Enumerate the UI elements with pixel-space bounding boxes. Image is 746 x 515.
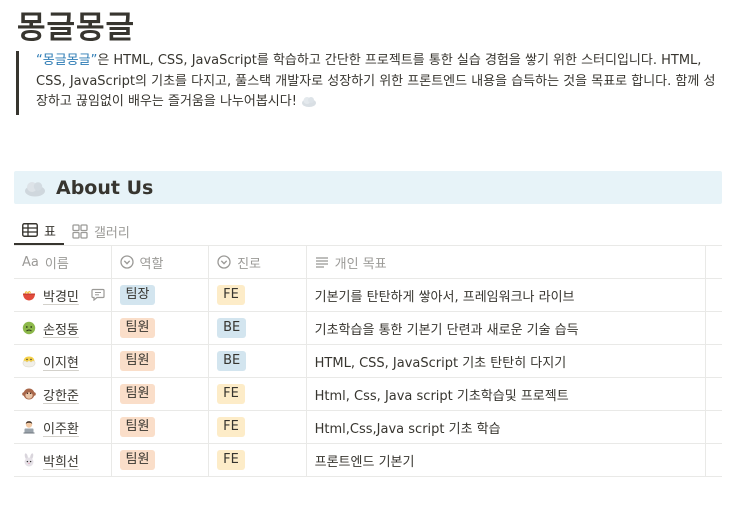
text-lines-icon — [315, 256, 329, 268]
goal-text: 프론트엔드 기본기 — [314, 454, 415, 470]
column-spacer — [706, 246, 722, 278]
page-title: 몽글몽글 — [17, 10, 136, 46]
table-row[interactable]: 강한준 팀원 FE Html, Css, Java script 기초학습및 프… — [14, 378, 722, 411]
table-row[interactable]: 박희선 팀원 FE 프론트엔드 기본기 — [14, 444, 722, 477]
role-cell[interactable]: 팀장 — [112, 279, 210, 311]
path-cell[interactable]: BE — [209, 345, 307, 377]
row-spacer — [706, 312, 722, 344]
view-tabs: 표 갤러리 — [14, 210, 722, 246]
role-cell[interactable]: 팀원 — [112, 345, 210, 377]
intro-quote: “몽글몽글”은 HTML, CSS, JavaScript를 학습하고 간단한 … — [16, 51, 716, 115]
select-icon — [217, 255, 231, 269]
column-header-path[interactable]: 진로 — [209, 246, 307, 278]
intro-highlight[interactable]: “몽글몽글” — [36, 53, 97, 68]
table-row[interactable]: 박경민 팀장 FE 기본기를 탄탄하게 쌓아서, 프레임워크나 라이브 — [14, 279, 722, 312]
goal-cell[interactable]: HTML, CSS, JavaScript 기초 탄탄히 다지기 — [307, 345, 706, 377]
comment-icon[interactable] — [90, 288, 105, 301]
table-icon — [22, 223, 38, 237]
path-tag: FE — [217, 384, 245, 404]
role-tag: 팀장 — [119, 285, 156, 305]
name-cell[interactable]: 박희선 — [14, 444, 112, 476]
tab-gallery-label: 갤러리 — [93, 225, 130, 241]
cloud-icon — [301, 94, 317, 116]
column-header-name[interactable]: Aa 이름 — [14, 246, 112, 278]
gallery-icon — [72, 223, 88, 239]
role-tag: 팀원 — [119, 417, 156, 437]
path-tag: BE — [217, 351, 247, 371]
goal-cell[interactable]: Html,Css,Java script 기초 학습 — [307, 411, 706, 443]
text-property-icon: Aa — [22, 254, 39, 270]
path-tag: FE — [217, 450, 245, 470]
select-icon — [119, 255, 134, 269]
name-cell[interactable]: 이지현 — [14, 345, 112, 377]
role-cell[interactable]: 팀원 — [112, 444, 210, 476]
goal-text: Html,Css,Java script 기초 학습 — [314, 421, 501, 437]
goal-cell[interactable]: 프론트엔드 기본기 — [307, 444, 706, 476]
row-spacer — [706, 378, 722, 410]
path-tag: BE — [217, 318, 247, 338]
table-header-row: Aa 이름 역할 진로 개인 목표 — [14, 246, 722, 279]
member-name: 박희선 — [43, 454, 79, 470]
path-cell[interactable]: BE — [209, 312, 307, 344]
column-header-goal[interactable]: 개인 목표 — [307, 246, 706, 278]
role-tag: 팀원 — [119, 318, 156, 338]
role-cell[interactable]: 팀원 — [112, 378, 210, 410]
goal-cell[interactable]: 기초학습을 통한 기본기 단련과 새로운 기술 습득 — [307, 312, 706, 344]
path-cell[interactable]: FE — [209, 279, 307, 311]
name-cell[interactable]: 박경민 — [14, 279, 112, 311]
chick-icon — [22, 354, 36, 368]
role-cell[interactable]: 팀원 — [112, 312, 210, 344]
members-table: Aa 이름 역할 진로 개인 목표 박경민 팀장 FE 기본기를 탄탄하게 쌓아… — [14, 246, 722, 477]
role-tag: 팀원 — [119, 450, 156, 470]
goal-text: Html, Css, Java script 기초학습및 프로젝트 — [314, 388, 569, 404]
path-cell[interactable]: FE — [209, 411, 307, 443]
name-cell[interactable]: 이주환 — [14, 411, 112, 443]
tab-table[interactable]: 표 — [14, 210, 64, 245]
column-header-label: 역할 — [139, 256, 164, 272]
table-row[interactable]: 이주환 팀원 FE Html,Css,Java script 기초 학습 — [14, 411, 722, 444]
goal-cell[interactable]: Html, Css, Java script 기초학습및 프로젝트 — [307, 378, 706, 410]
path-cell[interactable]: FE — [209, 444, 307, 476]
column-header-role[interactable]: 역할 — [112, 246, 210, 278]
member-name: 강한준 — [43, 388, 79, 404]
about-us-heading: About Us — [56, 176, 154, 199]
rabbit-icon — [22, 453, 36, 467]
member-name: 이지현 — [43, 355, 79, 371]
column-header-label: 개인 목표 — [334, 256, 387, 272]
row-spacer — [706, 279, 722, 311]
about-us-callout: About Us — [14, 171, 722, 204]
name-cell[interactable]: 손정동 — [14, 312, 112, 344]
member-name: 박경민 — [43, 289, 79, 305]
row-spacer — [706, 411, 722, 443]
table-row[interactable]: 손정동 팀원 BE 기초학습을 통한 기본기 단련과 새로운 기술 습득 — [14, 312, 722, 345]
path-cell[interactable]: FE — [209, 378, 307, 410]
goal-text: HTML, CSS, JavaScript 기초 탄탄히 다지기 — [314, 355, 567, 371]
intro-text: 은 HTML, CSS, JavaScript를 학습하고 간단한 프로젝트를 … — [36, 53, 716, 109]
member-name: 이주환 — [43, 421, 79, 437]
table-row[interactable]: 이지현 팀원 BE HTML, CSS, JavaScript 기초 탄탄히 다… — [14, 345, 722, 378]
column-header-label: 이름 — [44, 256, 69, 272]
member-name: 손정동 — [43, 322, 79, 338]
role-tag: 팀원 — [119, 384, 156, 404]
goal-text: 기초학습을 통한 기본기 단련과 새로운 기술 습득 — [314, 322, 579, 338]
role-tag: 팀원 — [119, 351, 156, 371]
tab-table-label: 표 — [44, 224, 56, 240]
sick-face-icon — [22, 321, 36, 335]
monkey-icon — [22, 387, 36, 401]
cloud-icon — [24, 178, 46, 198]
goal-cell[interactable]: 기본기를 탄탄하게 쌓아서, 프레임워크나 라이브 — [307, 279, 706, 311]
path-tag: FE — [217, 417, 245, 437]
role-cell[interactable]: 팀원 — [112, 411, 210, 443]
row-spacer — [706, 345, 722, 377]
column-header-label: 진로 — [237, 256, 262, 272]
path-tag: FE — [217, 285, 245, 305]
tab-gallery[interactable]: 갤러리 — [64, 210, 138, 245]
goal-text: 기본기를 탄탄하게 쌓아서, 프레임워크나 라이브 — [314, 289, 575, 305]
person-laptop-icon — [22, 420, 36, 434]
name-cell[interactable]: 강한준 — [14, 378, 112, 410]
ramen-icon — [22, 288, 36, 302]
row-spacer — [706, 444, 722, 476]
